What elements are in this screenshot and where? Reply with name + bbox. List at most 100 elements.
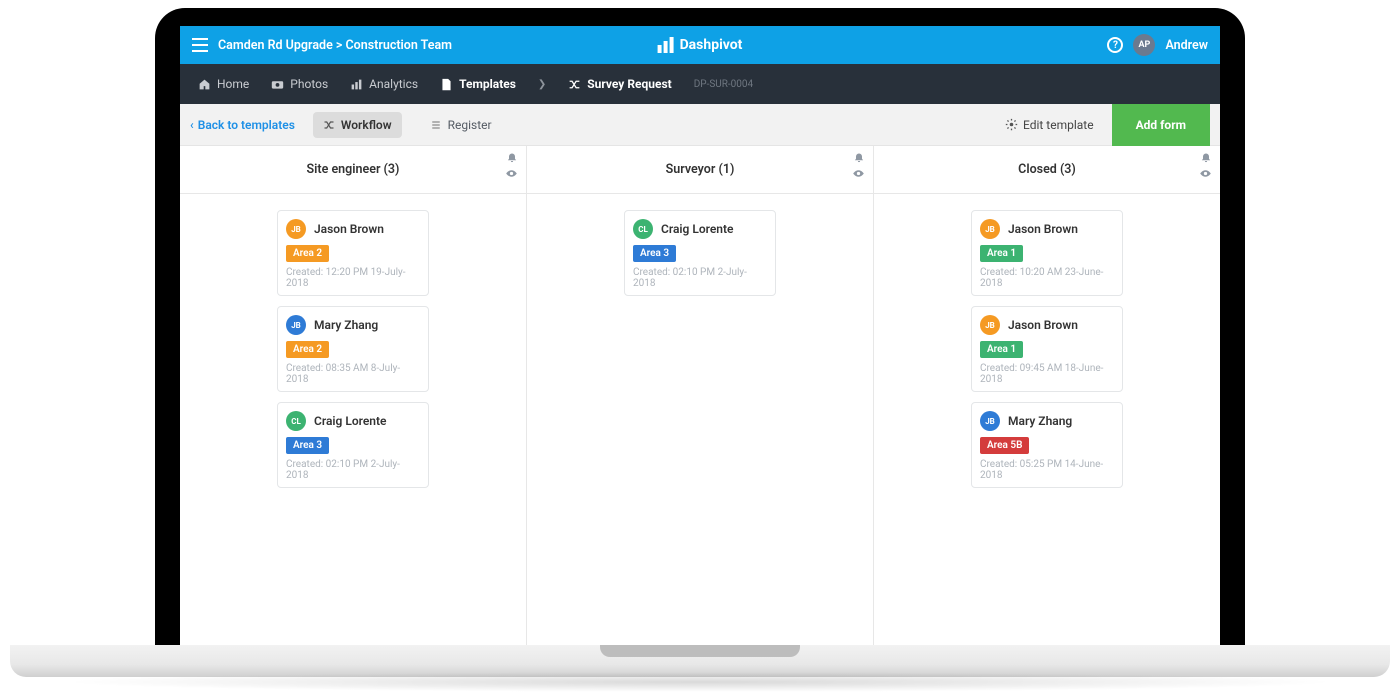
card-area-tag: Area 1 [980,245,1023,262]
card-created-text: Created: 02:10 PM 2-July-2018 [633,267,767,289]
back-to-templates-link[interactable]: ‹ Back to templates [190,118,295,132]
breadcrumb[interactable]: Camden Rd Upgrade > Construction Team [218,38,452,53]
card-avatar: JB [980,411,1000,431]
bell-icon[interactable] [853,152,865,164]
workflow-card[interactable]: JB Jason Brown Area 1 Created: 09:45 AM 18-… [971,306,1123,392]
column-body: JB Jason Brown Area 1 Created: 10:20 AM 23-… [874,194,1220,504]
template-code: DP-SUR-0004 [694,79,753,90]
workflow-card[interactable]: JB Jason Brown Area 1 Created: 10:20 AM 23-… [971,210,1123,296]
workflow-board: Site engineer (3) JB Jason Brown Area 2 Crea… [180,146,1220,646]
card-created-text: Created: 08:35 AM 8-July-2018 [286,363,420,385]
workflow-card[interactable]: JB Mary Zhang Area 2 Created: 08:35 AM 8-Ju… [277,306,429,392]
workflow-column: Surveyor (1) CL Craig Lorente Area 3 Created… [527,146,874,646]
nav-analytics-label: Analytics [369,77,418,91]
card-person-name: Craig Lorente [661,222,733,236]
user-name[interactable]: Andrew [1165,38,1208,53]
gear-icon [1005,118,1018,131]
card-created-text: Created: 02:10 PM 2-July-2018 [286,459,420,481]
card-area-tag: Area 3 [633,245,676,262]
workflow-column: Closed (3) JB Jason Brown Area 1 Created: 10… [874,146,1220,646]
card-person-name: Jason Brown [1008,222,1078,236]
user-avatar[interactable]: AP [1133,34,1155,56]
column-body: JB Jason Brown Area 2 Created: 12:20 PM 19-… [180,194,526,504]
chevron-left-icon: ‹ [190,118,194,132]
nav-sub-label: Survey Request [587,77,671,91]
nav-home-label: Home [217,77,249,91]
card-area-tag: Area 1 [980,341,1023,358]
workflow-column: Site engineer (3) JB Jason Brown Area 2 Crea… [180,146,527,646]
back-label: Back to templates [198,118,295,132]
nav-analytics[interactable]: Analytics [350,77,418,91]
card-avatar: JB [980,315,1000,335]
laptop-frame: Camden Rd Upgrade > Construction Team Da… [155,8,1245,648]
bell-icon[interactable] [1200,152,1212,164]
column-title: Surveyor (1) [666,162,735,177]
edit-template-button[interactable]: Edit template [991,118,1108,132]
column-header: Site engineer (3) [180,146,526,194]
card-area-tag: Area 5B [980,437,1029,454]
nav-templates-label: Templates [459,77,516,91]
card-person-name: Craig Lorente [314,414,386,428]
nav-photos[interactable]: Photos [271,77,328,91]
card-person-name: Jason Brown [1008,318,1078,332]
card-created-text: Created: 09:45 AM 18-June-2018 [980,363,1114,385]
help-icon[interactable]: ? [1107,37,1123,53]
column-title: Site engineer (3) [307,162,400,177]
card-created-text: Created: 10:20 AM 23-June-2018 [980,267,1114,289]
navbar: Home Photos Analytics Templates ❯ [180,64,1220,104]
app-brand: Dashpivot [658,37,743,53]
list-icon [430,119,442,131]
home-icon [198,78,211,91]
column-header: Surveyor (1) [527,146,873,194]
workflow-label: Workflow [341,118,392,132]
screen: Camden Rd Upgrade > Construction Team Da… [180,26,1220,646]
card-area-tag: Area 3 [286,437,329,454]
eye-icon[interactable] [1199,167,1212,180]
card-avatar: CL [633,219,653,239]
eye-icon[interactable] [505,167,518,180]
workflow-card[interactable]: JB Jason Brown Area 2 Created: 12:20 PM 19-… [277,210,429,296]
shuffle-icon [568,78,581,91]
nav-templates[interactable]: Templates [440,77,516,91]
file-icon [440,78,453,91]
nav-photos-label: Photos [290,77,328,91]
laptop-notch [600,645,800,657]
card-avatar: JB [286,219,306,239]
tab-register[interactable]: Register [420,112,502,138]
tab-workflow[interactable]: Workflow [313,112,402,138]
camera-icon [271,78,284,91]
column-title: Closed (3) [1018,162,1076,177]
brand-name: Dashpivot [680,37,743,53]
workflow-card[interactable]: CL Craig Lorente Area 3 Created: 02:10 PM 2… [624,210,776,296]
card-created-text: Created: 05:25 PM 14-June-2018 [980,459,1114,481]
chevron-right-icon: ❯ [538,79,546,90]
card-avatar: CL [286,411,306,431]
brand-bars-icon [658,37,674,53]
eye-icon[interactable] [852,167,865,180]
toolbar: ‹ Back to templates Workflow Register [180,104,1220,146]
laptop-shadow [60,672,1340,692]
workflow-card[interactable]: JB Mary Zhang Area 5B Created: 05:25 PM 14-… [971,402,1123,488]
bell-icon[interactable] [506,152,518,164]
card-person-name: Jason Brown [314,222,384,236]
column-body: CL Craig Lorente Area 3 Created: 02:10 PM 2… [527,194,873,312]
nav-sub-survey-request[interactable]: Survey Request [568,77,671,91]
workflow-card[interactable]: CL Craig Lorente Area 3 Created: 02:10 PM 2… [277,402,429,488]
card-created-text: Created: 12:20 PM 19-July-2018 [286,267,420,289]
card-avatar: JB [980,219,1000,239]
nav-home[interactable]: Home [198,77,249,91]
add-form-button[interactable]: Add form [1112,104,1210,146]
column-header: Closed (3) [874,146,1220,194]
card-area-tag: Area 2 [286,341,329,358]
topbar: Camden Rd Upgrade > Construction Team Da… [180,26,1220,64]
chart-icon [350,78,363,91]
card-person-name: Mary Zhang [314,318,378,332]
shuffle-icon [323,119,335,131]
register-label: Register [448,118,492,132]
edit-label: Edit template [1023,118,1094,132]
add-form-label: Add form [1136,118,1186,132]
card-avatar: JB [286,315,306,335]
card-person-name: Mary Zhang [1008,414,1072,428]
card-area-tag: Area 2 [286,245,329,262]
menu-icon[interactable] [192,38,208,52]
